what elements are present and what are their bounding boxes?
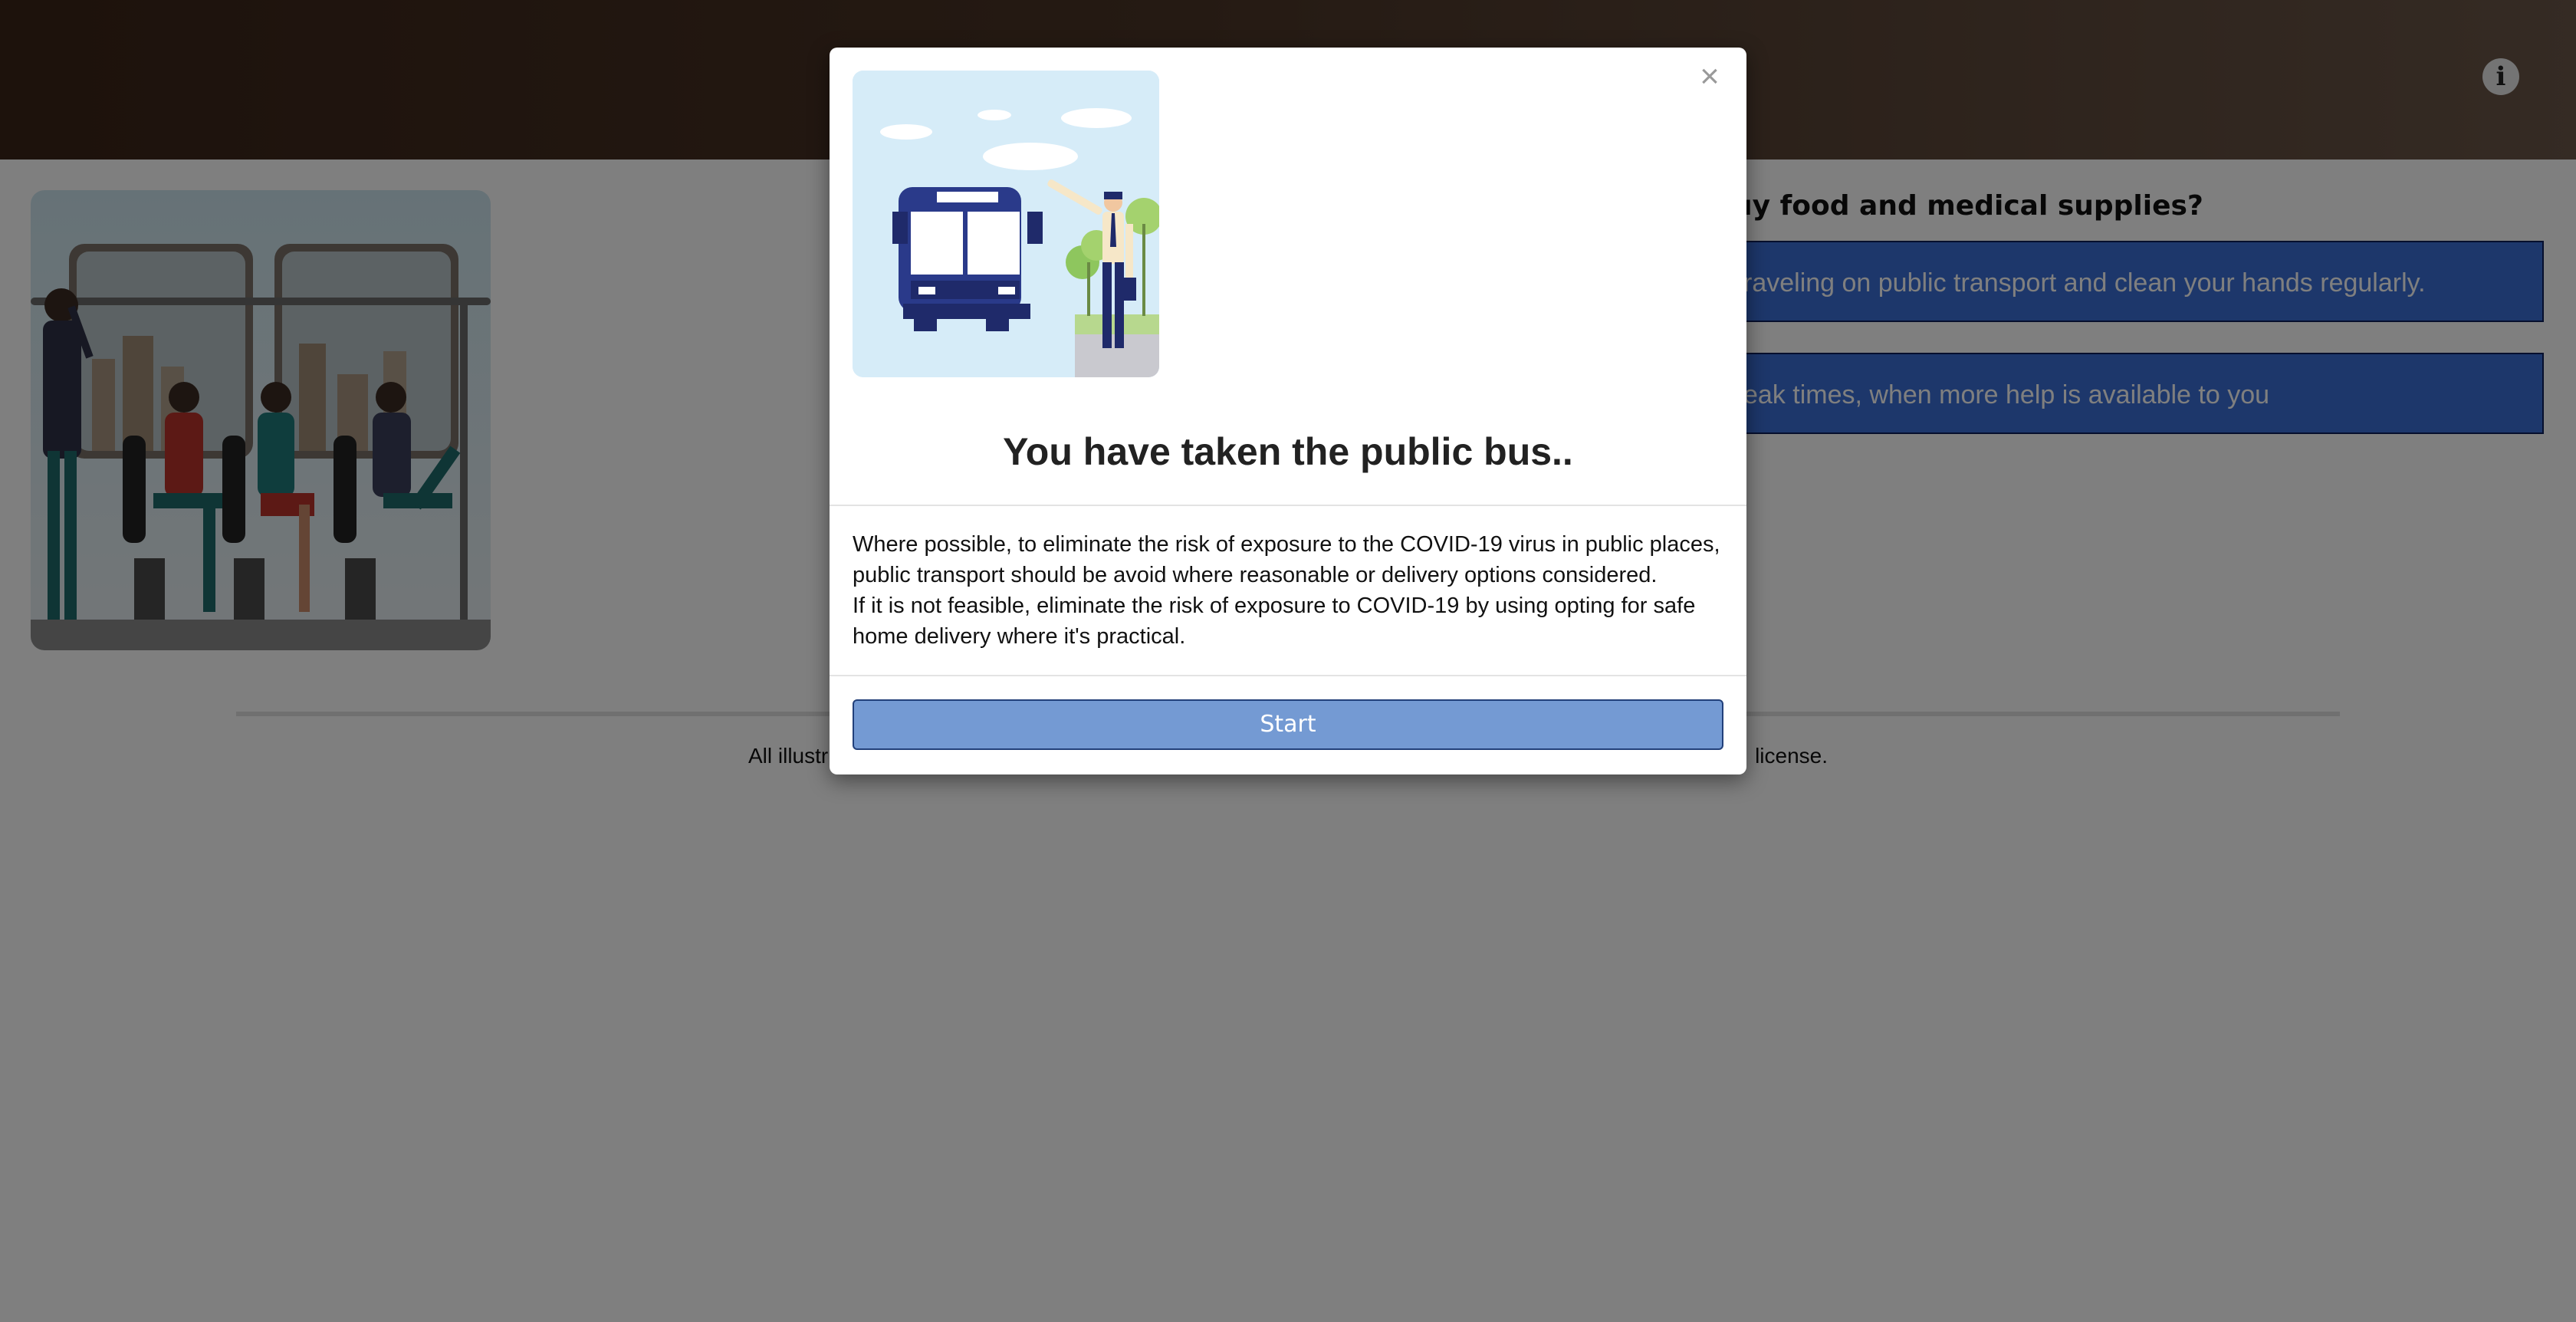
modal-body-paragraph-1: Where possible, to eliminate the risk of… [853, 532, 1720, 587]
modal-divider-bottom [830, 675, 1746, 676]
bus-stop-illustration [853, 71, 1159, 377]
modal-body-paragraph-2: If it is not feasible, eliminate the ris… [853, 594, 1696, 649]
close-icon[interactable]: × [1694, 60, 1725, 94]
modal-title: You have taken the public bus.. [1003, 430, 1573, 473]
modal-divider-top [830, 505, 1746, 506]
intro-modal: × You have taken the public bus.. Where … [830, 48, 1746, 774]
modal-body: Where possible, to eliminate the risk of… [853, 529, 1727, 652]
start-button[interactable]: Start [853, 699, 1723, 750]
